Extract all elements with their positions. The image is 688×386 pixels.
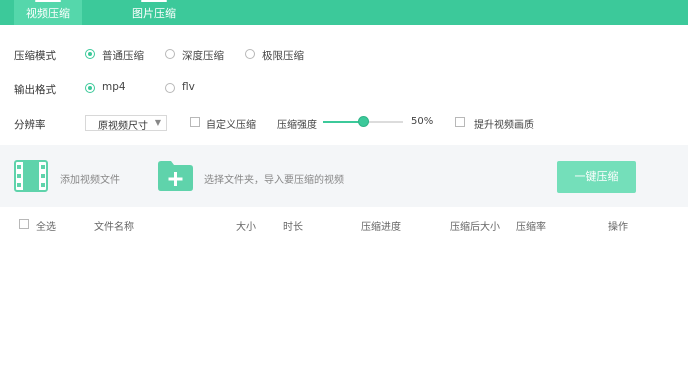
compress-mode-label: 压缩模式: [14, 50, 56, 62]
compress-strength-label: 压缩强度: [277, 120, 317, 131]
add-video-link[interactable]: 添加视频文件: [60, 171, 120, 186]
tab-indicator: [141, 0, 167, 2]
format-flv-radio[interactable]: [165, 83, 175, 93]
format-flv-label[interactable]: flv: [182, 81, 195, 93]
mode-deep-label[interactable]: 深度压缩: [182, 48, 224, 63]
col-actions: 操作: [608, 222, 628, 233]
folder-plus-icon[interactable]: [157, 160, 194, 192]
col-filename: 文件名称: [94, 222, 134, 233]
resolution-label: 分辨率: [14, 119, 46, 131]
select-all-label[interactable]: 全选: [36, 218, 56, 233]
col-compress-ratio: 压缩率: [516, 222, 546, 233]
mode-normal-radio[interactable]: [85, 49, 95, 59]
mode-extreme-radio[interactable]: [245, 49, 255, 59]
tab-video-compress-label: 视频压缩: [26, 7, 70, 20]
format-mp4-radio[interactable]: [85, 83, 95, 93]
col-duration: 时长: [283, 222, 303, 233]
active-tab-indicator: [35, 0, 61, 2]
compress-strength-value: 50%: [411, 116, 434, 127]
tab-video-compress[interactable]: 视频压缩: [14, 0, 82, 25]
enhance-quality-label[interactable]: 提升视频画质: [474, 116, 534, 131]
tab-image-compress-label: 图片压缩: [132, 7, 176, 20]
file-list-area: [0, 236, 688, 386]
custom-compress-label[interactable]: 自定义压缩: [206, 116, 256, 131]
chevron-down-icon: ▼: [154, 118, 161, 127]
format-mp4-label[interactable]: mp4: [102, 81, 126, 93]
enhance-quality-checkbox[interactable]: [455, 117, 465, 127]
slider-thumb[interactable]: [357, 116, 369, 127]
resolution-value: 原视频尺寸: [98, 121, 148, 132]
mode-extreme-label[interactable]: 极限压缩: [262, 48, 304, 63]
resolution-select[interactable]: 原视频尺寸 ▼: [85, 115, 167, 132]
mode-normal-label[interactable]: 普通压缩: [102, 48, 144, 63]
custom-compress-checkbox[interactable]: [190, 117, 200, 127]
film-icon[interactable]: [14, 160, 48, 192]
tab-bar: 视频压缩 图片压缩: [0, 0, 688, 25]
col-compressed-size: 压缩后大小: [450, 222, 500, 233]
add-folder-link[interactable]: 选择文件夹，导入要压缩的视频: [204, 171, 344, 186]
select-all-checkbox[interactable]: [19, 219, 29, 229]
output-format-label: 输出格式: [14, 84, 56, 96]
tab-image-compress[interactable]: 图片压缩: [120, 0, 188, 25]
one-click-compress-button[interactable]: 一键压缩: [557, 161, 636, 193]
col-progress: 压缩进度: [361, 222, 401, 233]
mode-deep-radio[interactable]: [165, 49, 175, 59]
col-size: 大小: [236, 222, 256, 233]
